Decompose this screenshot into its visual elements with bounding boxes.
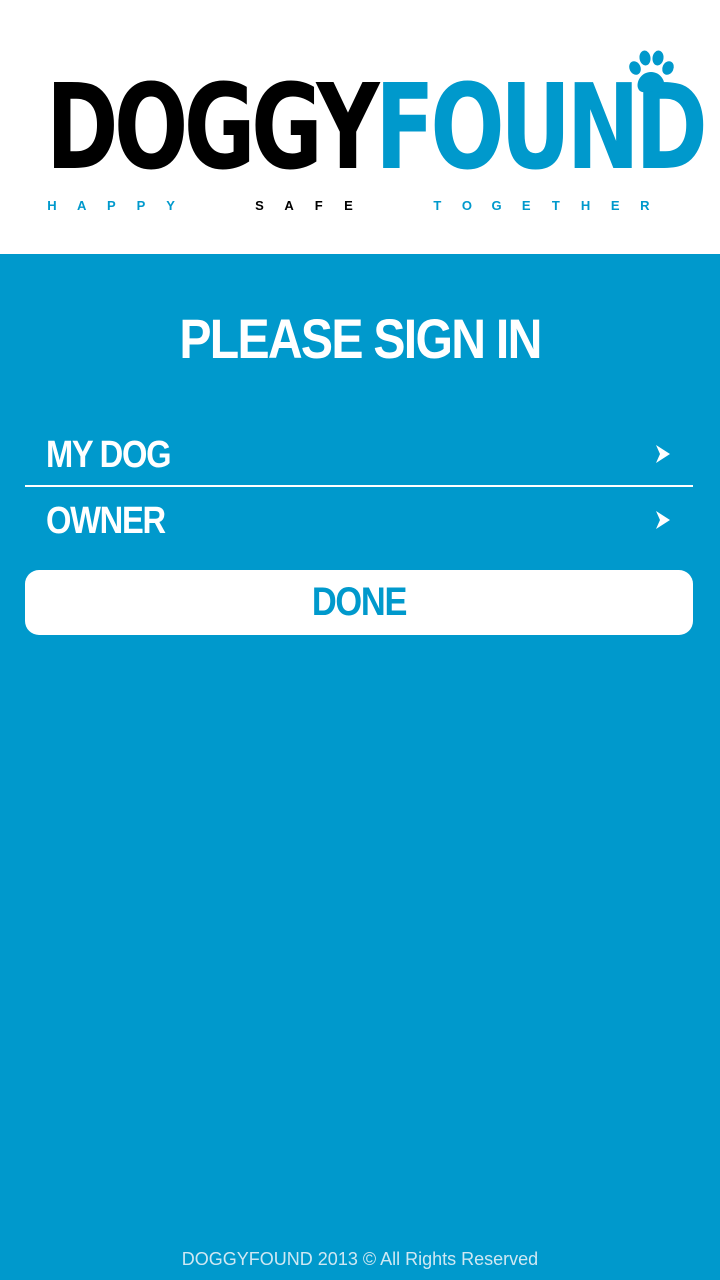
tagline-letter: F	[314, 198, 323, 213]
tagline-letter: E	[610, 198, 620, 213]
app-logo: DOGGYFOUND	[46, 68, 708, 186]
my-dog-label: MY DOG	[46, 434, 172, 476]
chevron-right-icon	[656, 445, 670, 463]
tagline-letter: A	[284, 198, 294, 213]
tagline-letter: P	[136, 198, 146, 213]
tagline-letter: H	[47, 198, 57, 213]
copyright-footer: DOGGYFOUND 2013 © All Rights Reserved	[181, 1249, 539, 1269]
app-header: DOGGYFOUND H A P P Y S A F E T O G E T H E R	[0, 0, 720, 254]
done-button-label: DONE	[311, 580, 408, 624]
tagline-letter: G	[491, 198, 502, 213]
tagline-letter: T	[433, 198, 442, 213]
tagline-letter: Y	[166, 198, 175, 213]
tagline: HAPPYSAFETOGETHER	[46, 196, 651, 216]
chevron-right-icon	[656, 511, 670, 529]
owner-row[interactable]: OWNER	[25, 489, 693, 553]
paw-icon	[629, 50, 674, 93]
tagline-letter: O	[461, 198, 473, 213]
my-dog-row[interactable]: MY DOG	[25, 423, 693, 487]
tagline-letter: E	[521, 198, 531, 213]
tagline-letter: S	[255, 198, 264, 213]
tagline-letter: A	[76, 198, 87, 213]
owner-label: OWNER	[46, 500, 166, 542]
tagline-letter: P	[106, 198, 116, 213]
tagline-letter: R	[640, 198, 650, 213]
logo-text-doggy: DOGGY	[46, 58, 380, 196]
tagline-letter: E	[344, 198, 353, 213]
done-button[interactable]: DONE	[25, 570, 693, 635]
page-title: PLEASE SIGN IN	[179, 307, 542, 370]
tagline-letter: T	[551, 198, 560, 213]
tagline-letter: H	[580, 198, 591, 213]
